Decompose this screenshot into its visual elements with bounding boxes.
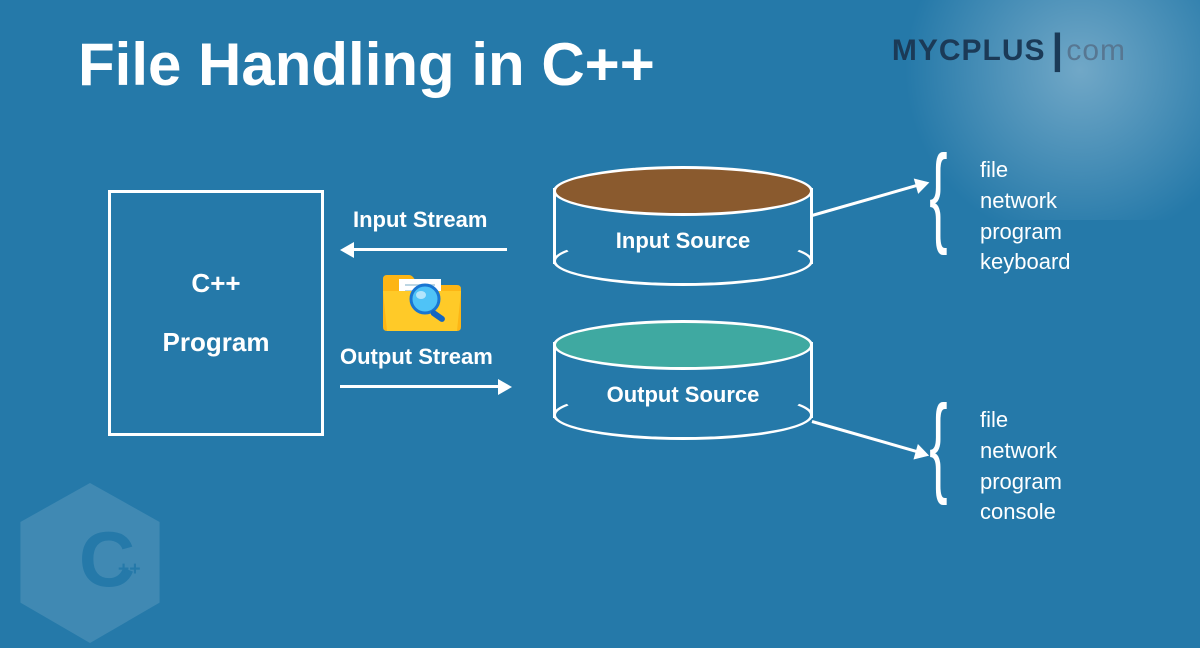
folder-search-icon	[379, 267, 465, 333]
output-pointer-arrow	[812, 420, 919, 453]
input-stream-label: Input Stream	[353, 207, 487, 233]
logo-main-text: MYCPLUS	[892, 34, 1046, 68]
input-pointer-arrow	[812, 184, 919, 217]
page-title: File Handling in C++	[78, 30, 655, 99]
input-brace-icon: {	[929, 148, 947, 242]
output-arrow	[340, 385, 500, 388]
input-detail-item: network	[980, 186, 1071, 217]
logo-divider: |	[1052, 34, 1065, 63]
output-brace-icon: {	[929, 398, 947, 492]
logo: MYCPLUS | com	[892, 34, 1126, 68]
input-details: file network program keyboard	[980, 155, 1071, 278]
output-detail-item: program	[980, 467, 1062, 498]
program-line1: C++	[111, 268, 321, 299]
output-detail-item: console	[980, 497, 1062, 528]
output-source-cylinder: Output Source	[553, 320, 813, 440]
input-arrow	[352, 248, 507, 251]
output-stream-label: Output Stream	[340, 344, 493, 370]
input-detail-item: file	[980, 155, 1071, 186]
input-detail-item: keyboard	[980, 247, 1071, 278]
input-source-cylinder: Input Source	[553, 166, 813, 286]
program-box: C++ Program	[108, 190, 324, 436]
output-detail-item: file	[980, 405, 1062, 436]
svg-text:++: ++	[118, 558, 141, 580]
output-detail-item: network	[980, 436, 1062, 467]
cpp-watermark-icon: C ++	[20, 483, 160, 648]
input-source-label: Input Source	[553, 228, 813, 254]
output-source-label: Output Source	[553, 382, 813, 408]
svg-text:C: C	[79, 515, 135, 603]
input-detail-item: program	[980, 217, 1071, 248]
program-line2: Program	[111, 327, 321, 358]
logo-com-text: com	[1066, 34, 1126, 68]
output-details: file network program console	[980, 405, 1062, 528]
